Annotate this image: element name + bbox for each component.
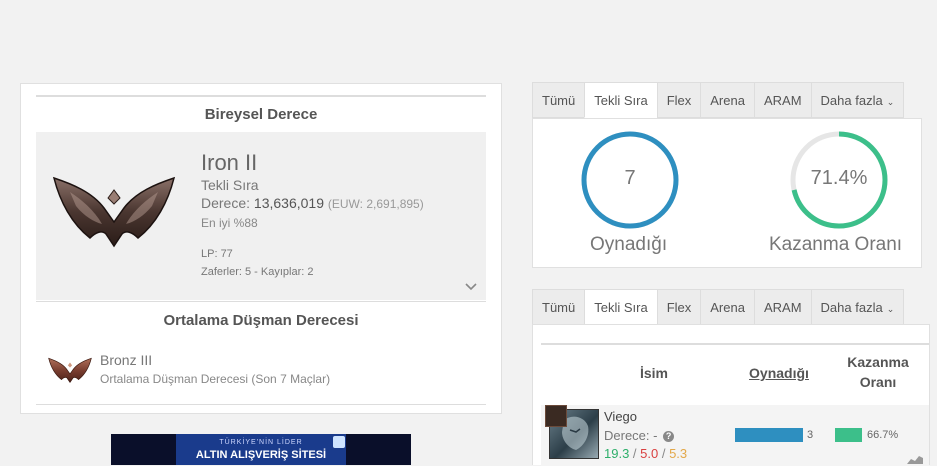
ranked-summary[interactable]: Iron II Tekli Sıra Derece: 13,636,019 (E…	[36, 132, 486, 300]
tab-all[interactable]: Tümü	[532, 289, 585, 325]
ranked-section-title: Bireysel Derece	[36, 95, 486, 134]
played-bar	[735, 428, 803, 442]
kda-assists: 5.3	[669, 446, 688, 461]
chevron-down-icon[interactable]	[464, 280, 478, 294]
stats-panel: 7 Oynadığı 71.4% Kazanma Oranı	[532, 118, 922, 268]
rank-queue: Tekli Sıra	[201, 177, 259, 193]
champion-rank-text: Derece: -	[604, 428, 658, 443]
avg-subtitle: Ortalama Düşman Derecesi (Son 7 Maçlar)	[100, 372, 331, 386]
tab-more-label: Daha fazla	[820, 93, 883, 108]
tab-arena[interactable]: Arena	[700, 289, 754, 325]
kda-deaths: 5.0	[640, 446, 659, 461]
champion-rank: Derece: - ?	[604, 428, 675, 443]
avg-enemy-rank: Bronz III Ortalama Düşman Derecesi (Son …	[36, 340, 486, 405]
ranked-panel: Bireysel Derece Iron II Tekli Sıra Derec…	[20, 83, 502, 414]
tab-more[interactable]: Daha fazla ⌄	[810, 82, 905, 118]
played-count: 3	[807, 429, 814, 441]
tab-flex[interactable]: Flex	[656, 82, 701, 118]
winrate-percent: 66.7%	[867, 429, 899, 441]
wins-losses: Zaferler: 5 - Kayıplar: 2	[201, 266, 314, 278]
winrate-bar	[835, 428, 862, 442]
avg-section-title: Ortalama Düşman Derecesi	[36, 301, 486, 341]
rank-badge-icon	[545, 405, 567, 427]
tab-aram[interactable]: ARAM	[753, 82, 811, 118]
chevron-down-icon: ⌄	[886, 97, 895, 107]
tab-solo[interactable]: Tekli Sıra	[584, 82, 657, 118]
trend-chart-icon[interactable]	[907, 454, 923, 464]
rank-tier: Iron II	[201, 150, 258, 175]
ad-line2: ALTIN ALIŞVERİŞ SİTESİ	[195, 449, 327, 461]
league-points: LP: 77	[201, 248, 233, 260]
tab-more[interactable]: Daha fazla ⌄	[810, 289, 905, 325]
ladder-number: 13,636,019	[253, 195, 324, 211]
queue-tabs-champions: Tümü Tekli Sıra Flex Arena ARAM Daha faz…	[532, 289, 905, 325]
kda-kills: 19.3	[604, 446, 630, 461]
ladder-label: Derece:	[201, 195, 251, 211]
winrate-label: Kazanma Oranı	[769, 234, 903, 255]
help-icon[interactable]: ?	[663, 431, 675, 442]
col-winrate-line2: Oranı	[859, 374, 897, 390]
best-percentile: En iyi %88	[201, 216, 258, 230]
played-label: Oynadığı	[590, 234, 668, 255]
bronze-emblem-icon	[48, 357, 92, 384]
played-value: 7	[624, 167, 636, 189]
avg-tier: Bronz III	[100, 352, 153, 368]
col-name-header[interactable]: İsim	[619, 365, 689, 381]
table-row[interactable]: Viego Derece: - ? 19.3 / 5.0 / 5.3 3 66.…	[541, 405, 929, 466]
ad-choices-icon[interactable]	[333, 436, 345, 448]
tab-more-label: Daha fazla	[820, 300, 883, 315]
chevron-down-icon: ⌄	[886, 304, 895, 314]
col-played-header[interactable]: Oynadığı	[739, 365, 819, 381]
tab-solo[interactable]: Tekli Sıra	[584, 289, 657, 325]
tab-all[interactable]: Tümü	[532, 82, 585, 118]
col-winrate-line1: Kazanma	[847, 354, 909, 370]
advertisement-banner[interactable]: TÜRKİYE'NİN LİDER ALTIN ALIŞVERİŞ SİTESİ	[111, 434, 411, 465]
ladder-rank: Derece: 13,636,019 (EUW: 2,691,895)	[201, 195, 424, 211]
champion-kda: 19.3 / 5.0 / 5.3	[604, 446, 688, 461]
champion-stats-panel: İsim Oynadığı Kazanma Oranı Viego Derece:…	[532, 324, 930, 466]
tab-aram[interactable]: ARAM	[753, 289, 811, 325]
queue-tabs-stats: Tümü Tekli Sıra Flex Arena ARAM Daha faz…	[532, 82, 905, 118]
col-winrate-header[interactable]: Kazanma Oranı	[833, 354, 923, 390]
ad-line1: TÜRKİYE'NİN LİDER	[219, 439, 303, 446]
winrate-gauge: 71.4%	[788, 129, 890, 231]
tab-flex[interactable]: Flex	[656, 289, 701, 325]
region-rank: (EUW: 2,691,895)	[327, 197, 424, 211]
played-gauge: 7	[579, 129, 681, 231]
champion-name: Viego	[604, 409, 638, 424]
tab-arena[interactable]: Arena	[700, 82, 754, 118]
iron-emblem-icon	[52, 176, 176, 248]
table-top-border	[541, 343, 929, 345]
winrate-value: 71.4%	[810, 167, 868, 189]
